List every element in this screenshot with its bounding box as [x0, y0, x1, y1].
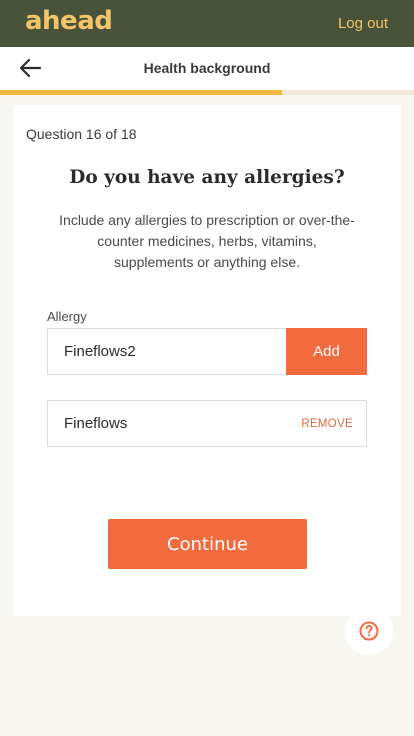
allergy-list-item: Fineflows REMOVE [47, 400, 367, 447]
help-button[interactable] [345, 607, 393, 655]
question-circle-icon [359, 621, 379, 641]
remove-button[interactable]: REMOVE [301, 418, 353, 430]
continue-button[interactable]: Continue [108, 519, 307, 569]
top-bar: ahead Log out [0, 0, 414, 47]
question-description: Include any allergies to prescription or… [59, 212, 355, 270]
logout-link[interactable]: Log out [338, 15, 388, 32]
allergy-input[interactable] [47, 328, 287, 375]
page-title: Health background [143, 60, 271, 76]
logo: ahead [25, 6, 113, 36]
allergy-item-label: Fineflows [64, 415, 128, 432]
allergy-field-label: Allergy [47, 309, 87, 324]
add-button[interactable]: Add [286, 328, 367, 375]
question-number: Question 16 of 18 [26, 126, 137, 142]
question-card: Question 16 of 18 Do you have any allerg… [13, 105, 401, 616]
progress-fill [0, 90, 282, 95]
question-title: Do you have any allergies? [69, 167, 345, 188]
sub-header: Health background [0, 47, 414, 90]
progress-bar [0, 90, 414, 95]
